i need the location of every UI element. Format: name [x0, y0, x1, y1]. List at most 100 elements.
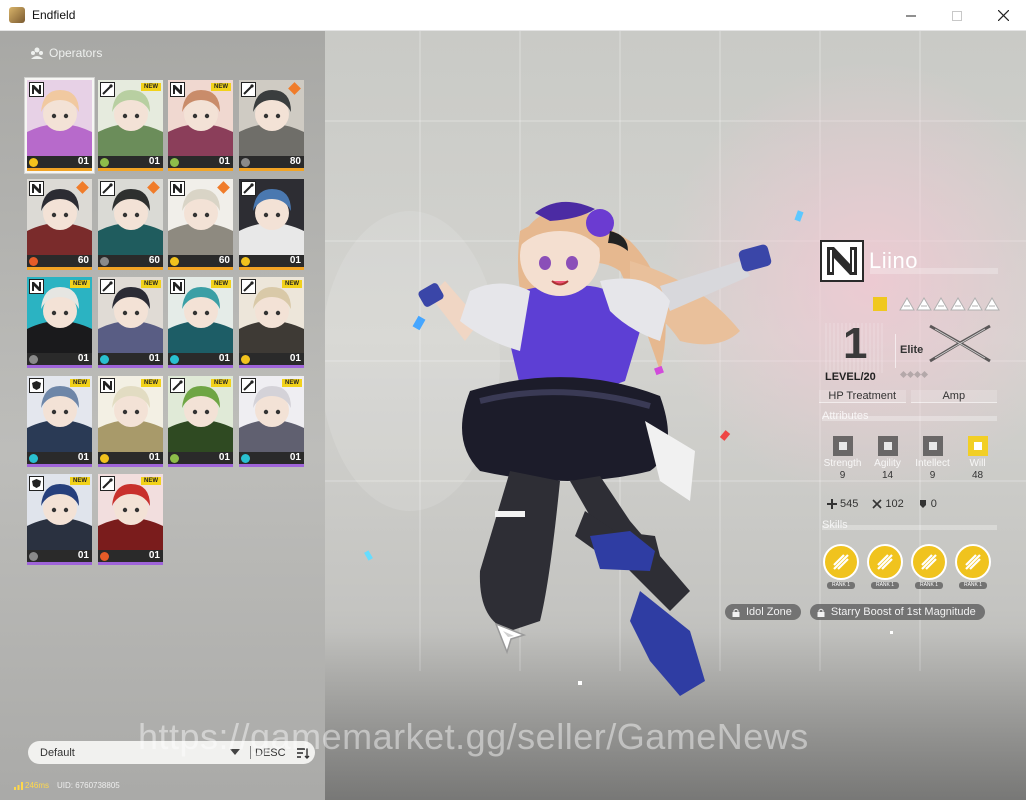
rarity-bar: [27, 168, 92, 171]
operator-class-icon: [820, 240, 864, 282]
panel-header: Operators: [30, 46, 102, 60]
rarity-bar: [168, 168, 233, 171]
operator-card-footer: 01: [98, 452, 163, 464]
operator-level: 01: [218, 156, 230, 167]
game-window: Endfield Operators 01 NEW 01 NEW 01 80 6…: [0, 0, 1026, 800]
operator-card[interactable]: 60: [27, 179, 92, 270]
new-badge: NEW: [70, 379, 90, 387]
new-badge: NEW: [141, 477, 161, 485]
attribute-value: 9: [929, 470, 936, 481]
caster-icon: [241, 181, 256, 196]
status-bar: 246ms UID: 6760738805: [14, 781, 120, 790]
window-title: Endfield: [32, 8, 76, 22]
level-cap-label: LEVEL/20: [825, 371, 876, 383]
operator-tag: Amp: [910, 390, 997, 403]
rarity-bar: [98, 464, 163, 467]
stat-item: 102: [872, 498, 904, 510]
operator-card[interactable]: NEW 01: [168, 376, 233, 467]
operator-character-model[interactable]: [360, 191, 820, 711]
guard-icon: [29, 82, 44, 97]
operator-card[interactable]: NEW 01: [27, 376, 92, 467]
operator-card[interactable]: NEW 01: [168, 80, 233, 171]
operator-card[interactable]: NEW 01: [239, 376, 304, 467]
operator-card[interactable]: 80: [239, 80, 304, 171]
minimize-button[interactable]: [888, 0, 934, 31]
agility-icon: [877, 436, 898, 456]
element-icon: [29, 453, 38, 463]
element-icon: [29, 551, 38, 561]
operator-card[interactable]: NEW 01: [98, 474, 163, 565]
will-icon: [967, 436, 988, 456]
element-icon: [170, 256, 179, 266]
operator-card[interactable]: NEW 01: [168, 277, 233, 368]
operator-card[interactable]: NEW 01: [98, 80, 163, 171]
intellect-icon: [922, 436, 943, 456]
skill-battle-icon[interactable]: [867, 544, 903, 580]
rarity-bar: [239, 168, 304, 171]
operators-icon: [31, 47, 43, 59]
rarity-bar: [27, 267, 92, 270]
ping-value: 246ms: [25, 781, 50, 790]
skill-basic-icon[interactable]: [823, 544, 859, 580]
element-icon: [29, 157, 38, 167]
operator-level: 01: [77, 353, 89, 364]
operator-level: 01: [218, 452, 230, 463]
skill-item[interactable]: RANK 1: [866, 544, 904, 589]
guard-icon: [29, 181, 44, 196]
operator-card[interactable]: NEW 01: [27, 277, 92, 368]
operator-card[interactable]: NEW 01: [27, 474, 92, 565]
operator-card[interactable]: 01: [25, 78, 94, 173]
skill-rank-label: RANK 1: [915, 582, 943, 589]
operator-level: 80: [289, 156, 301, 167]
operator-card[interactable]: NEW 01: [98, 376, 163, 467]
operator-level: 01: [77, 550, 89, 561]
operator-card-footer: 01: [168, 156, 233, 168]
rarity-bar: [98, 168, 163, 171]
rarity-bar: [168, 365, 233, 368]
element-icon: [241, 354, 250, 364]
elite-progress: [899, 370, 929, 379]
elite-emblem-icon: [929, 324, 991, 363]
stat-value: 545: [840, 498, 859, 510]
skills-header-bar: [822, 525, 997, 530]
operator-card[interactable]: NEW 01: [239, 277, 304, 368]
operator-card-footer: 01: [239, 452, 304, 464]
operator-name-row: Liino: [820, 240, 918, 282]
stat-value: 0: [930, 498, 937, 510]
operator-level: 01: [148, 353, 160, 364]
element-icon: [873, 297, 887, 311]
skill-item[interactable]: RANK 1: [954, 544, 992, 589]
new-badge: NEW: [211, 280, 231, 288]
maximize-button[interactable]: [934, 0, 980, 31]
attribute-item: Intellect 9: [910, 436, 955, 481]
minimize-icon: [906, 15, 916, 16]
close-button[interactable]: [980, 0, 1026, 31]
operator-level: 01: [289, 255, 301, 266]
rarity-bar: [168, 464, 233, 467]
operator-card[interactable]: NEW 01: [98, 277, 163, 368]
uid-label: UID: 6760738805: [57, 781, 120, 790]
talent-pill[interactable]: Idol Zone: [725, 604, 801, 620]
operator-card[interactable]: 60: [168, 179, 233, 270]
talent-label: Idol Zone: [746, 606, 792, 618]
star-icon: [950, 297, 966, 311]
guard-icon: [29, 279, 44, 294]
operator-card[interactable]: 60: [98, 179, 163, 270]
operator-card[interactable]: 01: [239, 179, 304, 270]
skill-item[interactable]: RANK 1: [822, 544, 860, 589]
skill-ultimate-icon[interactable]: [955, 544, 991, 580]
skill-combo-icon[interactable]: [911, 544, 947, 580]
new-badge: NEW: [282, 280, 302, 288]
guard-icon: [170, 181, 185, 196]
skill-item[interactable]: RANK 1: [910, 544, 948, 589]
defender-icon: [29, 476, 44, 491]
rarity-bar: [239, 365, 304, 368]
talent-pill[interactable]: Starry Boost of 1st Magnitude: [809, 604, 985, 620]
skill-list: RANK 1 RANK 1 RANK 1 RANK 1: [822, 544, 998, 589]
attribute-name: Intellect: [915, 458, 950, 469]
new-badge: NEW: [282, 379, 302, 387]
operator-level: 01: [148, 452, 160, 463]
operator-card-footer: 01: [239, 353, 304, 365]
new-badge: NEW: [211, 379, 231, 387]
new-badge: NEW: [141, 280, 161, 288]
